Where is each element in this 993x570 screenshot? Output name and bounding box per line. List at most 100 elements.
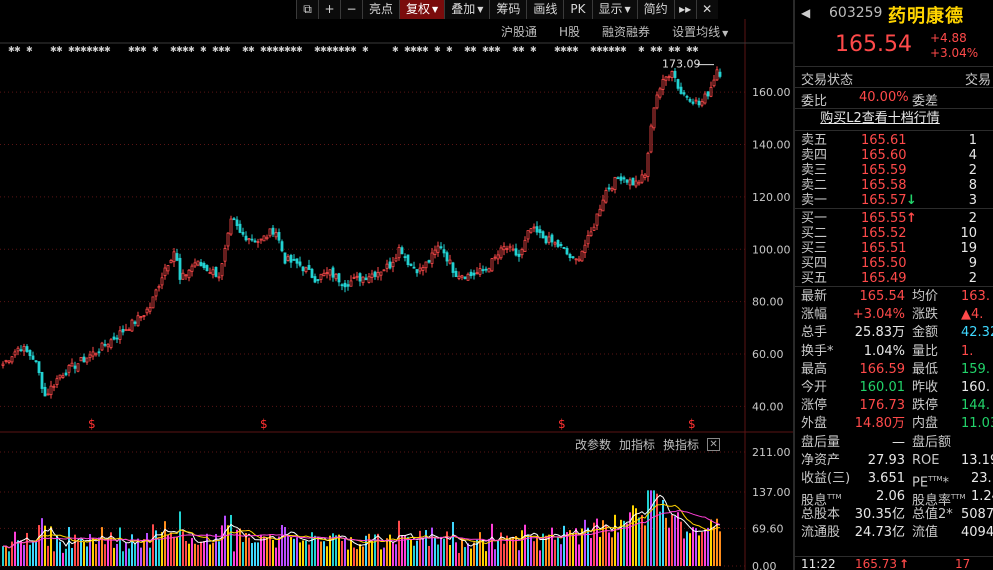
candle-body [175,253,179,261]
candle-body [397,247,401,259]
margin-trading-link[interactable]: 融资融券 [591,24,661,42]
volume-bar [344,538,346,566]
volume-bar [227,525,229,566]
volume-bar [686,531,688,566]
candle-body [4,359,8,362]
candle-body [595,213,599,226]
add-indicator-button[interactable]: 加指标 [615,436,659,453]
volume-bar [308,544,310,566]
h-share-link[interactable]: H股 [548,24,591,42]
kline-chart-pane[interactable]: 160.00 140.00 120.00 100.00 80.00 60.00 40.00 2… [0,0,793,570]
candle-body [463,276,467,279]
volume-bar [233,551,235,566]
stat-label-text: 涨跌 [912,307,939,323]
stat-value: 176.73 [859,398,906,414]
back-arrow-icon[interactable]: ◀ [801,6,810,20]
event-marker-icon: ✱ [296,45,303,54]
candle-body [181,272,185,280]
close-indicator-icon[interactable]: ✕ [707,437,721,451]
last-price: 165.54 [835,32,912,57]
stat-value: 27.93 [867,452,905,468]
candle-body [658,88,662,98]
asks-row[interactable]: 卖五 165.61 1 [795,133,993,148]
toolbar-button-4[interactable]: 复权 ▼ [399,0,445,19]
volume-bar [521,530,523,566]
candle-body [184,274,188,277]
ma-settings-button[interactable]: 设置均线 ▼ [661,24,739,42]
volume-bar [71,547,73,566]
candle-body [142,315,146,317]
asks-row[interactable]: 卖三 165.59 2 [795,163,993,178]
volume-bar [83,541,85,566]
event-marker-icon: ✱ [620,45,627,54]
candle-body [226,232,230,247]
candle-body [490,258,494,272]
candle-body [406,254,410,266]
stat-label-2: 内盘 [912,415,938,433]
candle-body [115,337,119,340]
bids-row[interactable]: 买四 165.50 9 [795,256,993,271]
zoom-out-icon[interactable]: − [340,0,362,19]
stat-row: 总股本 30.35亿 总值2* 5087 [795,506,993,524]
expand-icon[interactable]: ▸▸ [673,0,696,19]
bids-row[interactable]: 买二 165.52 10 [795,226,993,241]
edit-params-button[interactable]: 改参数 [571,436,615,453]
candle-body [601,199,605,212]
toolbar-button-3[interactable]: 亮点 [362,0,400,19]
volume-bar [110,532,112,566]
stat-value-2: 23. [971,470,992,486]
candle-body [613,176,617,190]
candle-body [628,179,632,186]
volume-bar [146,532,148,566]
buy-l2-link[interactable]: 购买L2查看十档行情 [795,108,993,130]
volume-bar [179,511,181,566]
toolbar-button-10[interactable]: 简约 [636,0,674,19]
toolbar-button-9[interactable]: 显示 ▼ [591,0,637,19]
toolbar-button-6[interactable]: 筹码 [489,0,527,19]
volume-bar [284,527,286,566]
bids-price: 165.50 [861,256,907,271]
asks-row[interactable]: 卖一 165.57 ↓ 3 [795,193,993,208]
bids-label: 买二 [801,226,828,241]
event-marker-icon: ✱ [350,45,357,54]
zoom-in-icon[interactable]: + [318,0,340,19]
volume-bar [119,527,121,566]
stat-label-text: 流通股 [801,525,841,541]
candle-body [355,275,359,278]
candle-body [193,262,197,267]
stat-label: 最新 [801,288,827,306]
volume-bar [50,526,52,566]
asks-volume: 8 [968,178,977,193]
asks-row[interactable]: 卖二 165.58 8 [795,178,993,193]
switch-indicator-button[interactable]: 换指标 [659,436,703,453]
volume-bar [164,521,166,566]
stat-label-2: 量比 [912,343,938,361]
candle-body [436,245,440,253]
toolbar-button-7[interactable]: 画线 [526,0,564,19]
stat-label-2: 盘后额 [912,434,951,452]
volume-bar [251,543,253,566]
toolbar-button-5[interactable]: 叠加 ▼ [444,0,490,19]
candle-body [127,329,131,331]
toolbar-button-8[interactable]: PK [563,0,592,19]
event-marker-icon: ✱ [446,45,453,54]
bids-row[interactable]: 买五 165.49 2 [795,271,993,286]
asks-row[interactable]: 卖四 165.60 4 [795,148,993,163]
close-icon[interactable]: ✕ [695,0,718,19]
kline-chart[interactable]: 160.00 140.00 120.00 100.00 80.00 60.00 40.00 2… [0,0,793,570]
bids-row[interactable]: 买一 165.55 ↑ 2 [795,211,993,226]
candle-body [343,282,347,288]
volume-bar [101,527,103,566]
volume-bar [29,544,31,566]
window-icon[interactable]: ⧉ [296,0,318,19]
candle-body [607,187,611,190]
stat-row: 总手 25.83万金额 42.32 [795,324,993,342]
trade-status-row: 交易状态 交易 [795,66,993,88]
hsgt-link[interactable]: 沪股通 [490,24,548,42]
candle-body [547,236,551,243]
volume-bar [248,537,250,566]
volume-bar [674,516,676,566]
bids-row[interactable]: 买三 165.51 19 [795,241,993,256]
candle-body [187,269,191,279]
volume-bar [551,527,553,566]
